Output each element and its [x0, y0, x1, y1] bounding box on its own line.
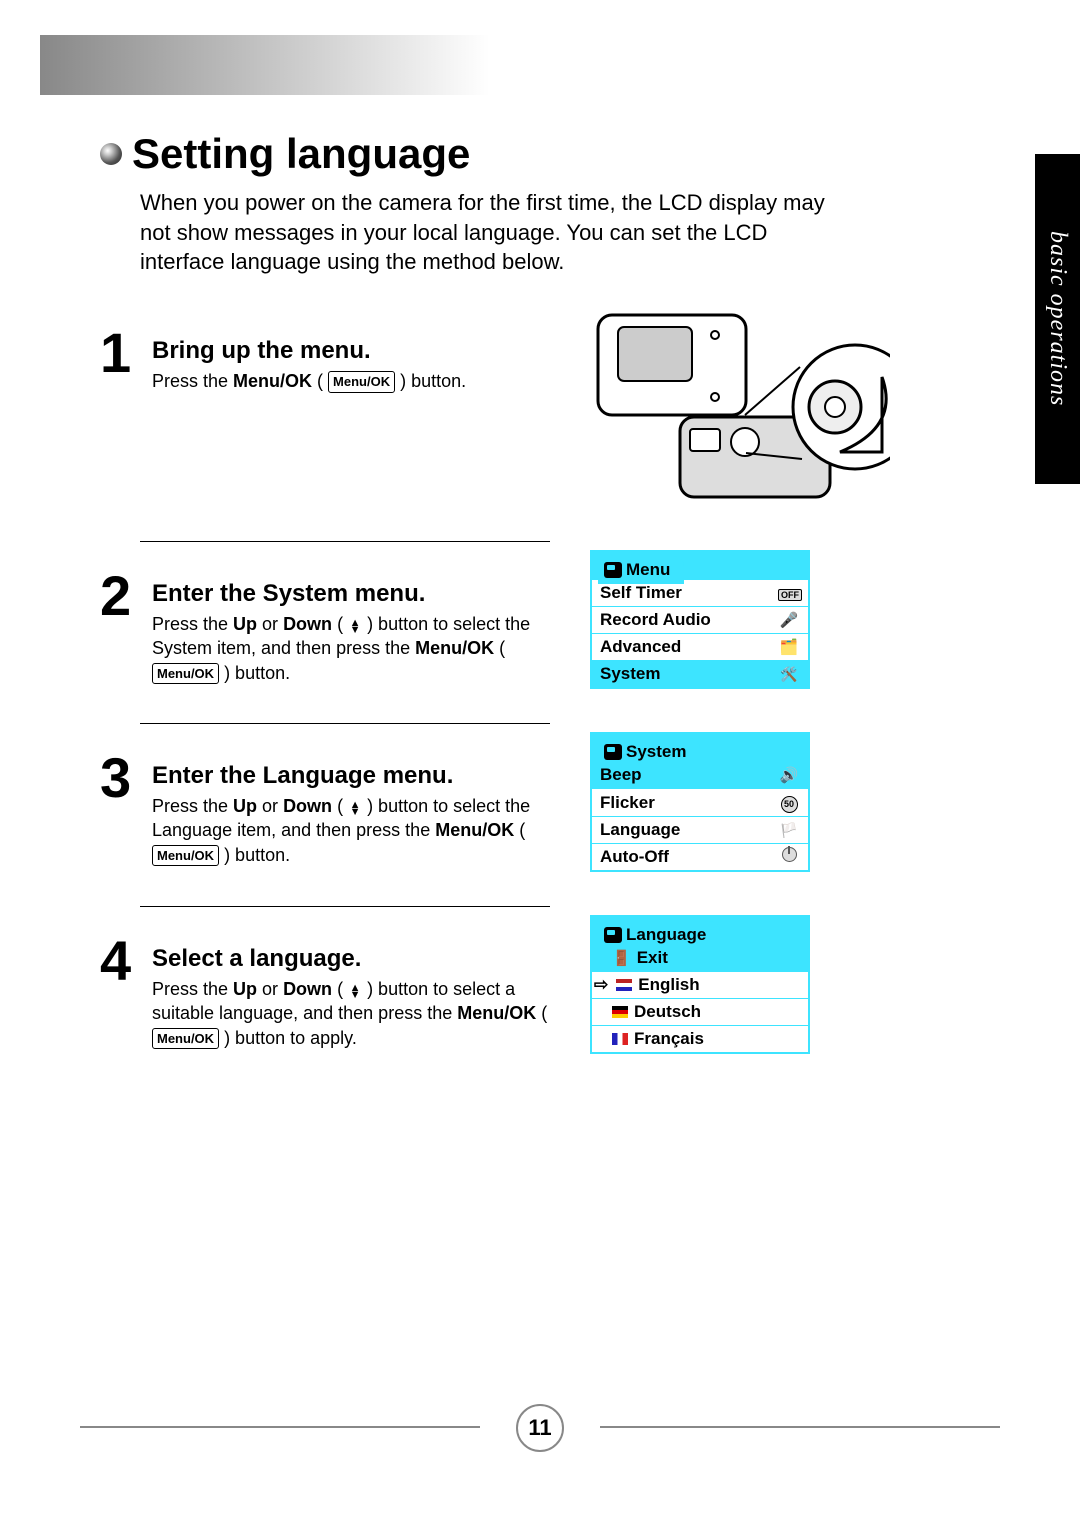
- divider: [140, 723, 550, 724]
- step-1-row: 1 Bring up the menu. Press the Menu/OK (…: [100, 307, 910, 507]
- step-desc: Press the Up or Down ( ) button to selec…: [152, 612, 550, 685]
- step-desc: Press the Up or Down ( ) button to selec…: [152, 977, 550, 1050]
- step-title: Bring up the menu.: [152, 337, 550, 365]
- exit-door-icon: 🚪: [612, 949, 631, 967]
- intro-paragraph: When you power on the camera for the fir…: [140, 188, 840, 277]
- language-item-label: Exit: [637, 948, 668, 968]
- up-down-icon: [348, 802, 362, 816]
- page-title: Setting language: [132, 130, 470, 178]
- menu-item-label: Record Audio: [600, 610, 711, 630]
- step-1: 1 Bring up the menu. Press the Menu/OK (…: [100, 331, 550, 393]
- step-number: 1: [100, 331, 140, 376]
- language-flag-icon: 🏳️: [780, 822, 797, 838]
- footer-rule: [80, 1426, 480, 1428]
- menu-item: Advanced 🗂️: [592, 633, 808, 660]
- section-tab: basic operations: [1035, 154, 1080, 484]
- divider: [140, 541, 550, 542]
- menu-item-label: Advanced: [600, 637, 681, 657]
- step-desc: Press the Menu/OK ( Menu/OK ) button.: [152, 369, 550, 393]
- microphone-icon: 🎤: [780, 612, 799, 629]
- title-bullet-icon: [100, 143, 122, 165]
- menu-item-label: Beep: [600, 765, 642, 785]
- step-3-row: 3 Enter the Language menu. Press the Up …: [100, 732, 910, 872]
- step-title: Enter the Language menu.: [152, 762, 550, 790]
- menu-item-label: System: [600, 664, 660, 684]
- menu-ok-button-icon: Menu/OK: [152, 663, 219, 685]
- osd-menu-tab: Menu: [598, 556, 684, 584]
- up-down-icon: [348, 985, 362, 999]
- step-number: 3: [100, 756, 140, 801]
- language-item: Deutsch: [592, 998, 808, 1025]
- osd-system-tab: System: [598, 738, 700, 766]
- settings-card-icon: 🗂️: [780, 639, 799, 656]
- camera-mode-icon: [604, 562, 622, 578]
- menu-ok-button-icon: Menu/OK: [328, 371, 395, 393]
- language-item: Français: [592, 1025, 808, 1052]
- page-title-row: Setting language: [100, 130, 910, 178]
- osd-language-panel: Language 🚪 Exit English Deutsch Français: [590, 915, 810, 1054]
- menu-item-label: Flicker: [600, 793, 655, 813]
- divider: [140, 906, 550, 907]
- step-number: 2: [100, 574, 140, 619]
- menu-item-label: Auto-Off: [600, 847, 669, 867]
- header-gradient: [40, 35, 1040, 95]
- step-3: 3 Enter the Language menu. Press the Up …: [100, 756, 550, 867]
- footer-rule: [600, 1426, 1000, 1428]
- step-2-row: 2 Enter the System menu. Press the Up or…: [100, 550, 910, 689]
- step-4-row: 4 Select a language. Press the Up or Dow…: [100, 915, 910, 1054]
- language-item: English: [592, 971, 808, 998]
- language-item-label: Français: [634, 1029, 704, 1049]
- step-2: 2 Enter the System menu. Press the Up or…: [100, 574, 550, 685]
- language-item-label: Deutsch: [634, 1002, 701, 1022]
- osd-system-panel: System Beep 🔊 Flicker 50 Language 🏳️ Auto-Off: [590, 732, 810, 872]
- step-title: Select a language.: [152, 945, 550, 973]
- up-down-icon: [348, 620, 362, 634]
- menu-ok-button-icon: Menu/OK: [152, 1028, 219, 1050]
- osd-language-tab: Language: [598, 921, 720, 949]
- menu-item: System 🛠️: [592, 660, 808, 687]
- page-number: 11: [516, 1404, 564, 1452]
- osd-menu-panel: Menu Self Timer OFF Record Audio 🎤 Advanced 🗂…: [590, 550, 810, 689]
- off-icon: OFF: [778, 589, 802, 601]
- page-content: Setting language When you power on the c…: [100, 130, 910, 1054]
- menu-item: Flicker 50: [592, 788, 808, 816]
- power-icon: [782, 847, 797, 862]
- menu-item-label: Language: [600, 820, 680, 840]
- flag-icon: [612, 1006, 628, 1018]
- camera-illustration: [590, 307, 890, 507]
- flicker-50-icon: 50: [781, 796, 798, 813]
- speaker-icon: 🔊: [780, 767, 799, 784]
- menu-item: Auto-Off: [592, 843, 808, 870]
- camera-mode-icon: [604, 927, 622, 943]
- menu-item: Record Audio 🎤: [592, 606, 808, 633]
- step-number: 4: [100, 939, 140, 984]
- language-item-label: English: [638, 975, 699, 995]
- camera-mode-icon: [604, 744, 622, 760]
- flag-icon: [612, 1033, 628, 1045]
- menu-ok-button-icon: Menu/OK: [152, 845, 219, 867]
- step-title: Enter the System menu.: [152, 580, 550, 608]
- menu-item-label: Self Timer: [600, 583, 682, 603]
- flag-icon: [616, 979, 632, 991]
- step-4: 4 Select a language. Press the Up or Dow…: [100, 939, 550, 1050]
- section-tab-label: basic operations: [1044, 231, 1071, 406]
- system-icon: 🛠️: [780, 666, 797, 682]
- menu-item: Language 🏳️: [592, 816, 808, 843]
- step-desc: Press the Up or Down ( ) button to selec…: [152, 794, 550, 867]
